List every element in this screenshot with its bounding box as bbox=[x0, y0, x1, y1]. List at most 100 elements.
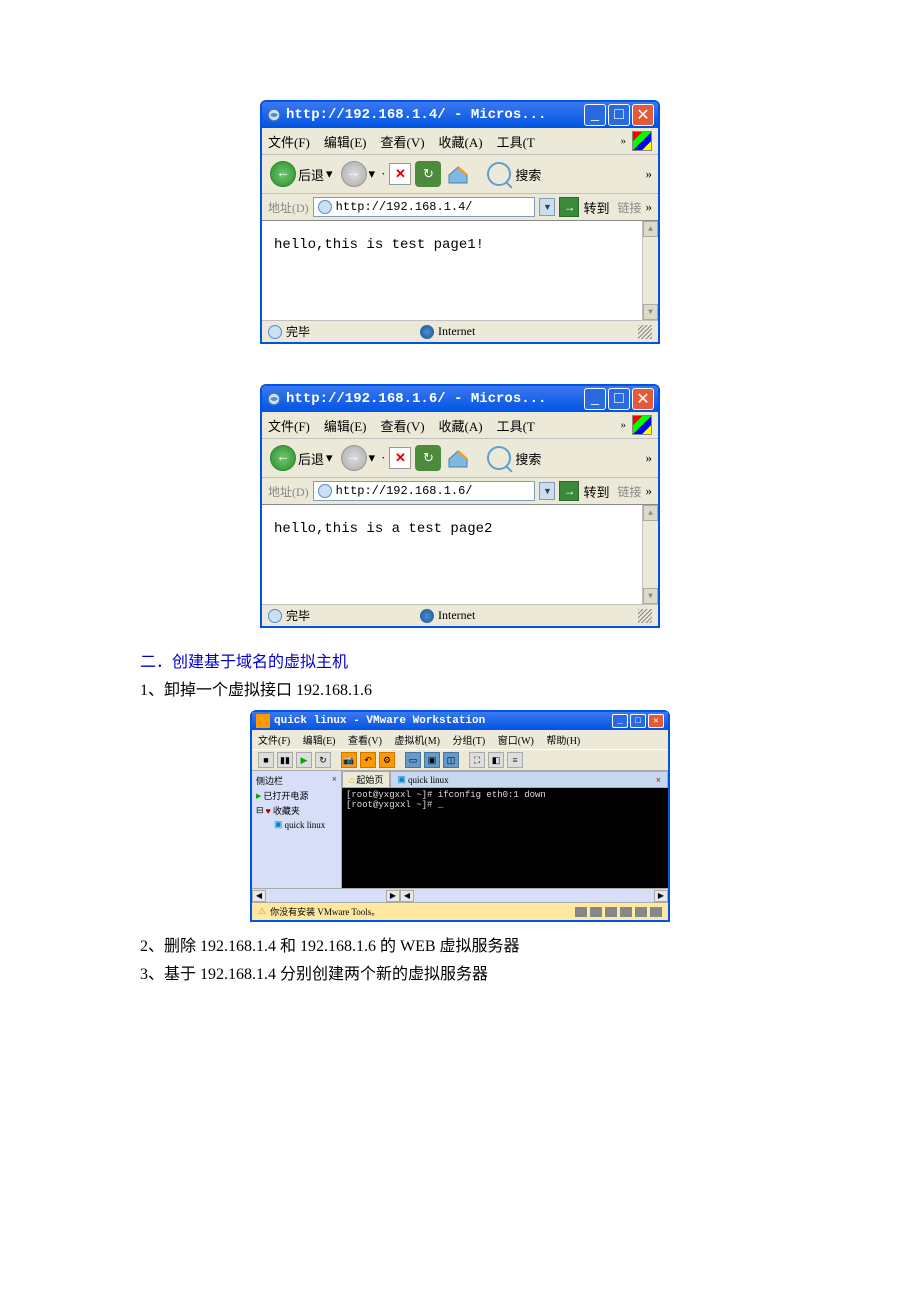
close-button[interactable]: ✕ bbox=[632, 388, 654, 410]
menu-edit[interactable]: 编辑(E) bbox=[324, 416, 367, 435]
vm-tb-view1[interactable]: ▭ bbox=[405, 752, 421, 768]
menu-view[interactable]: 查看(V) bbox=[381, 132, 425, 151]
close-button[interactable]: ✕ bbox=[648, 714, 664, 728]
menu-favorites[interactable]: 收藏(A) bbox=[439, 132, 483, 151]
tray-icon[interactable] bbox=[575, 907, 587, 917]
close-button[interactable]: ✕ bbox=[632, 104, 654, 126]
scroll-up-icon[interactable]: ▲ bbox=[643, 505, 658, 521]
search-icon[interactable] bbox=[487, 446, 511, 470]
scroll-left-icon-2[interactable]: ◀ bbox=[400, 890, 414, 902]
refresh-button[interactable]: ↻ bbox=[415, 445, 441, 471]
address-dropdown[interactable]: ▼ bbox=[539, 482, 555, 500]
tray-icon[interactable] bbox=[650, 907, 662, 917]
address-input[interactable]: http://192.168.1.6/ bbox=[313, 481, 536, 501]
maximize-button[interactable]: □ bbox=[630, 714, 646, 728]
vm-menu-window[interactable]: 窗口(W) bbox=[498, 736, 534, 747]
forward-button[interactable]: → ▾ bbox=[339, 159, 378, 189]
menu-file[interactable]: 文件(F) bbox=[268, 416, 310, 435]
vm-tb-unity[interactable]: ◧ bbox=[488, 752, 504, 768]
menu-tools[interactable]: 工具(T bbox=[497, 416, 535, 435]
refresh-button[interactable]: ↻ bbox=[415, 161, 441, 187]
resize-grip-icon[interactable] bbox=[638, 609, 652, 623]
toolbar-more-icon[interactable]: » bbox=[646, 450, 653, 466]
stop-button[interactable]: ✕ bbox=[389, 163, 411, 185]
go-label[interactable]: 转到 bbox=[583, 482, 609, 501]
vm-tb-snapshot[interactable]: 📷 bbox=[341, 752, 357, 768]
sidebar-powered[interactable]: ▶已打开电源 bbox=[254, 788, 339, 803]
menu-view[interactable]: 查看(V) bbox=[381, 416, 425, 435]
vm-tb-summary[interactable]: ≡ bbox=[507, 752, 523, 768]
vm-tb-stop[interactable]: ■ bbox=[258, 752, 274, 768]
vm-titlebar[interactable]: quick linux - VMware Workstation _ □ ✕ bbox=[252, 712, 668, 730]
tray-icon[interactable] bbox=[620, 907, 632, 917]
go-button[interactable]: → bbox=[559, 197, 579, 217]
vm-terminal[interactable]: [root@yxgxxl ~]# ifconfig eth0:1 down [r… bbox=[342, 788, 668, 888]
vm-tab-active[interactable]: ▣quick linux× bbox=[390, 771, 668, 788]
vm-tb-revert[interactable]: ↶ bbox=[360, 752, 376, 768]
vm-tb-fullscreen[interactable]: ⛶ bbox=[469, 752, 485, 768]
menu-more-icon[interactable]: » bbox=[621, 419, 627, 431]
scroll-right-icon[interactable]: ▶ bbox=[386, 890, 400, 902]
vm-tb-view2[interactable]: ▣ bbox=[424, 752, 440, 768]
menu-edit[interactable]: 编辑(E) bbox=[324, 132, 367, 151]
tray-icon[interactable] bbox=[590, 907, 602, 917]
back-button[interactable]: ←后退 ▾ bbox=[268, 159, 335, 189]
vm-tab-home[interactable]: ⌂起始页 bbox=[342, 771, 390, 788]
links-more-icon[interactable]: » bbox=[646, 483, 653, 499]
maximize-button[interactable]: □ bbox=[608, 388, 630, 410]
menu-more-icon[interactable]: » bbox=[621, 135, 627, 147]
scroll-down-icon[interactable]: ▼ bbox=[643, 588, 658, 604]
menu-file[interactable]: 文件(F) bbox=[268, 132, 310, 151]
links-label[interactable]: 链接 bbox=[617, 483, 641, 500]
home-button[interactable] bbox=[445, 161, 471, 187]
vm-tb-pause[interactable]: ▮▮ bbox=[277, 752, 293, 768]
scrollbar[interactable]: ▲ ▼ bbox=[642, 505, 658, 604]
back-button[interactable]: ←后退 ▾ bbox=[268, 443, 335, 473]
tray-icon[interactable] bbox=[635, 907, 647, 917]
links-more-icon[interactable]: » bbox=[646, 199, 653, 215]
vm-menu-file[interactable]: 文件(F) bbox=[258, 736, 290, 747]
sidebar-close-icon[interactable]: × bbox=[332, 774, 337, 787]
scroll-track[interactable] bbox=[266, 890, 386, 902]
vm-menu-vm[interactable]: 虚拟机(M) bbox=[394, 736, 440, 747]
scroll-track-2[interactable] bbox=[414, 890, 654, 902]
address-input[interactable]: http://192.168.1.4/ bbox=[313, 197, 536, 217]
resize-grip-icon[interactable] bbox=[638, 325, 652, 339]
stop-button[interactable]: ✕ bbox=[389, 447, 411, 469]
search-label[interactable]: 搜索 bbox=[515, 165, 541, 184]
vm-menu-edit[interactable]: 编辑(E) bbox=[303, 736, 336, 747]
scroll-right-icon-2[interactable]: ▶ bbox=[654, 890, 668, 902]
titlebar[interactable]: http://192.168.1.6/ - Micros... _ □ ✕ bbox=[262, 386, 658, 412]
minimize-button[interactable]: _ bbox=[584, 388, 606, 410]
tab-close-icon[interactable]: × bbox=[656, 775, 661, 785]
address-dropdown[interactable]: ▼ bbox=[539, 198, 555, 216]
forward-button[interactable]: → ▾ bbox=[339, 443, 378, 473]
vm-tb-reset[interactable]: ↻ bbox=[315, 752, 331, 768]
scroll-down-icon[interactable]: ▼ bbox=[643, 304, 658, 320]
links-label[interactable]: 链接 bbox=[617, 199, 641, 216]
vm-menu-group[interactable]: 分组(T) bbox=[452, 736, 485, 747]
vm-menu-view[interactable]: 查看(V) bbox=[348, 736, 382, 747]
go-label[interactable]: 转到 bbox=[583, 198, 609, 217]
search-icon[interactable] bbox=[487, 162, 511, 186]
minimize-button[interactable]: _ bbox=[584, 104, 606, 126]
vm-tb-view3[interactable]: ◫ bbox=[443, 752, 459, 768]
minimize-button[interactable]: _ bbox=[612, 714, 628, 728]
vm-menu-help[interactable]: 帮助(H) bbox=[546, 736, 580, 747]
menu-favorites[interactable]: 收藏(A) bbox=[439, 416, 483, 435]
sidebar-item-quicklinux[interactable]: ▣quick linux bbox=[254, 818, 339, 831]
menu-tools[interactable]: 工具(T bbox=[497, 132, 535, 151]
scroll-left-icon[interactable]: ◀ bbox=[252, 890, 266, 902]
toolbar-more-icon[interactable]: » bbox=[646, 166, 653, 182]
vm-tb-manage[interactable]: ⚙ bbox=[379, 752, 395, 768]
vm-tb-play[interactable]: ▶ bbox=[296, 752, 312, 768]
go-button[interactable]: → bbox=[559, 481, 579, 501]
scrollbar[interactable]: ▲ ▼ bbox=[642, 221, 658, 320]
sidebar-favorites[interactable]: ⊟♥收藏夹 bbox=[254, 803, 339, 818]
search-label[interactable]: 搜索 bbox=[515, 449, 541, 468]
home-button[interactable] bbox=[445, 445, 471, 471]
tray-icon[interactable] bbox=[605, 907, 617, 917]
vm-hscroll[interactable]: ◀ ▶ ◀ ▶ bbox=[252, 888, 668, 902]
scroll-up-icon[interactable]: ▲ bbox=[643, 221, 658, 237]
maximize-button[interactable]: □ bbox=[608, 104, 630, 126]
